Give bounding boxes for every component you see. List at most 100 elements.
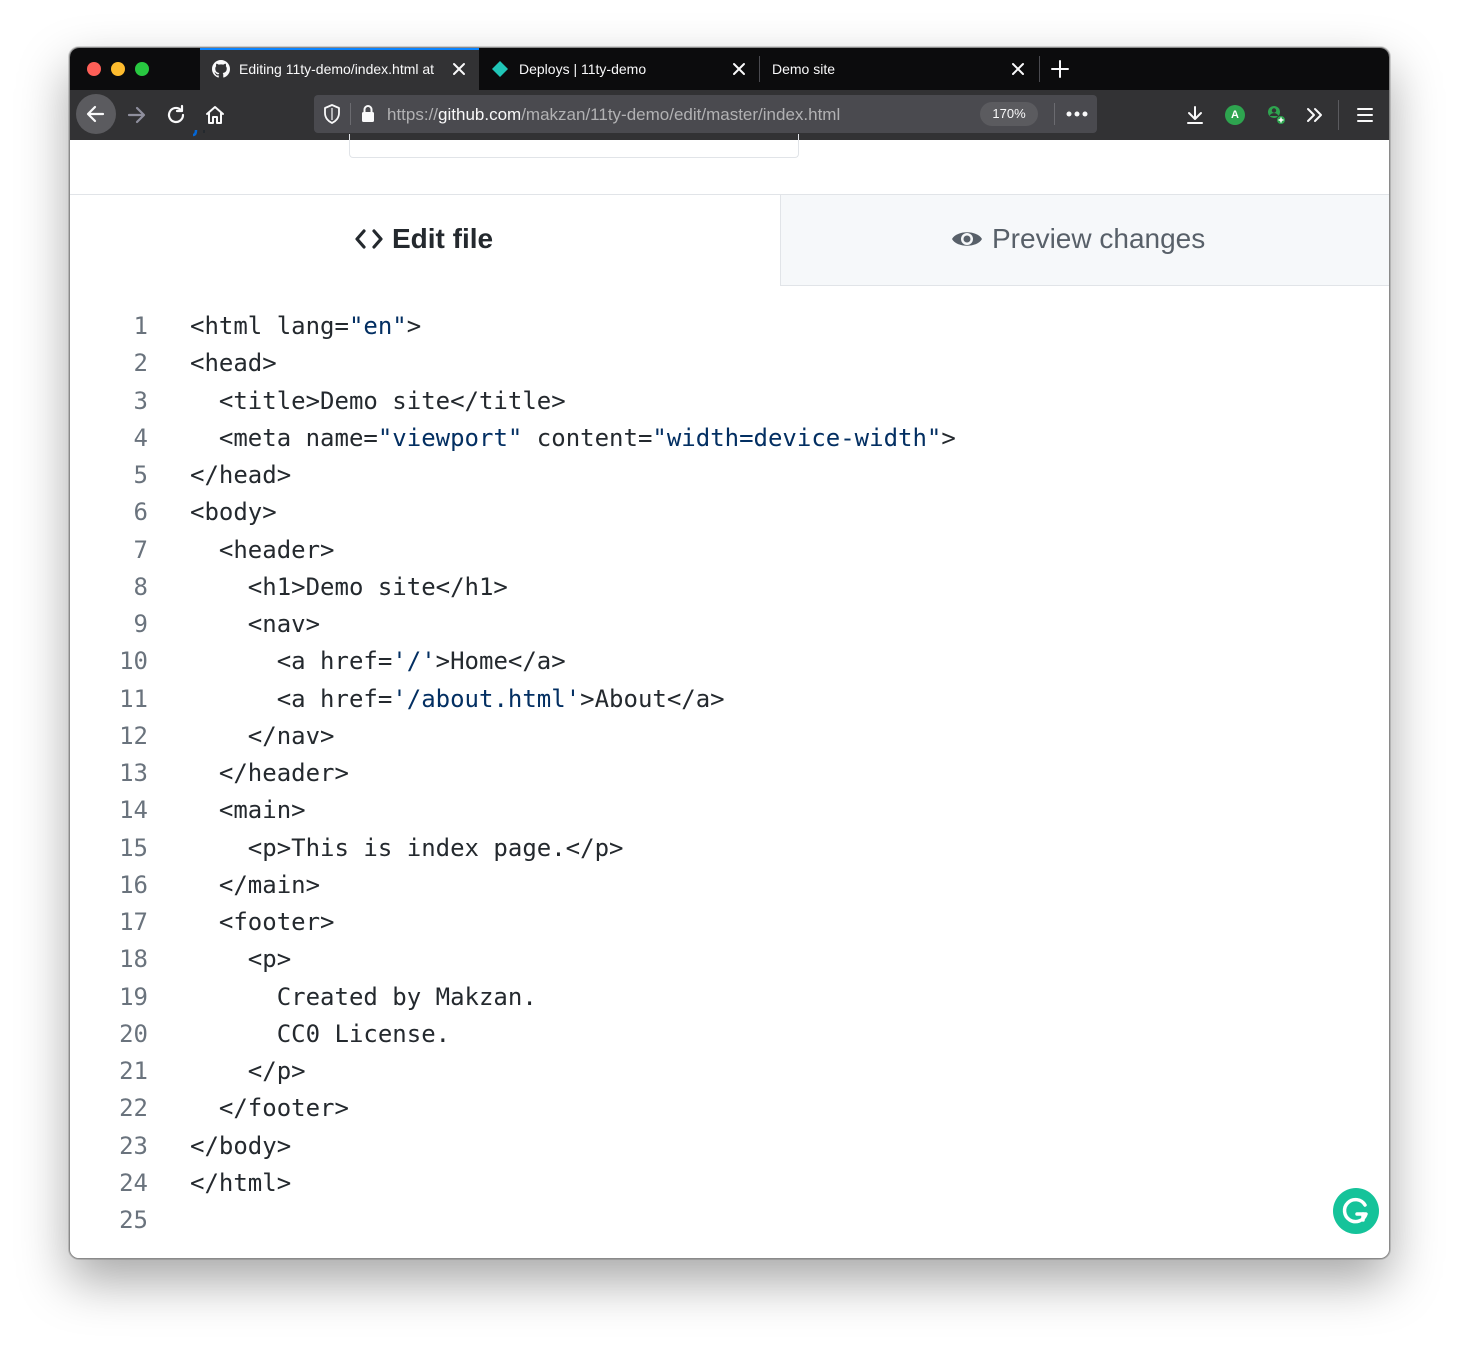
code-line[interactable]: 16 </main>: [70, 867, 1389, 904]
line-number: 23: [119, 1131, 148, 1160]
code-string-token: '/about.html': [392, 684, 581, 713]
tab-demo-site[interactable]: Demo site: [760, 48, 1039, 90]
downloads-button[interactable]: [1179, 99, 1211, 131]
grammarly-button[interactable]: [1333, 1188, 1379, 1234]
extension-a-button[interactable]: A: [1219, 99, 1251, 131]
minimize-window-button[interactable]: [111, 62, 125, 76]
extension-account-button[interactable]: [1259, 99, 1291, 131]
line-source: <nav>: [190, 606, 320, 643]
code-token: <html lang=: [190, 312, 349, 340]
home-button[interactable]: [199, 99, 231, 131]
code-icon: [355, 229, 383, 249]
code-line[interactable]: 10 <a href='/'>Home</a>: [70, 643, 1389, 680]
code-line[interactable]: 18 <p>: [70, 941, 1389, 978]
code-line[interactable]: 17 <footer>: [70, 904, 1389, 941]
code-string-token: "viewport": [377, 423, 523, 452]
line-source: <p>: [190, 941, 291, 978]
close-tab-icon[interactable]: [452, 62, 466, 76]
code-line[interactable]: 23 </body>: [70, 1128, 1389, 1165]
code-line[interactable]: 4 <meta name="viewport" content="width=d…: [70, 420, 1389, 457]
code-token: <footer>: [190, 908, 335, 936]
code-line[interactable]: 19 Created by Makzan.: [70, 979, 1389, 1016]
tab-strip: Editing 11ty-demo/index.html at Deploys …: [70, 48, 1389, 90]
code-line[interactable]: 15 <p>This is index page.</p>: [70, 830, 1389, 867]
code-editor[interactable]: 1 <html lang="en"> 2 <head> 3 <title>Demo si…: [70, 308, 1389, 1239]
code-token: >Home</a>: [435, 647, 566, 676]
tab-deploys[interactable]: Deploys | 11ty-demo: [479, 48, 759, 90]
zoom-level-badge[interactable]: 170%: [980, 102, 1038, 126]
line-number: 4: [133, 423, 148, 452]
line-number: 18: [119, 945, 148, 974]
line-number: 20: [119, 1019, 148, 1048]
code-line[interactable]: 3 <title>Demo site</title>: [70, 383, 1389, 420]
close-window-button[interactable]: [87, 62, 101, 76]
extension-badge: A: [1225, 105, 1245, 125]
forward-button[interactable]: [120, 99, 152, 131]
line-number: 5: [133, 461, 148, 489]
url-text[interactable]: https://github.com/makzan/11ty-demo/edit…: [387, 105, 840, 125]
nav-toolbar: https://github.com/makzan/11ty-demo/edit…: [70, 90, 1389, 140]
code-line[interactable]: 11 <a href='/about.html'>About</a>: [70, 681, 1389, 718]
tab-editing-index[interactable]: Editing 11ty-demo/index.html at: [200, 48, 479, 90]
code-line[interactable]: 13 </header>: [70, 755, 1389, 792]
code-line[interactable]: 1 <html lang="en">: [70, 308, 1389, 345]
code-token: </p>: [190, 1057, 306, 1085]
code-token: <meta name=: [190, 423, 378, 452]
code-line[interactable]: 21 </p>: [70, 1053, 1389, 1090]
code-line[interactable]: 14 <main>: [70, 792, 1389, 829]
url-path: /makzan/11ty-demo/edit/master/index.html: [521, 105, 841, 124]
page-actions-icon[interactable]: [1066, 111, 1088, 117]
code-line[interactable]: 9 <nav>: [70, 606, 1389, 643]
github-icon: [212, 60, 230, 78]
tracking-shield-icon[interactable]: [323, 104, 341, 124]
url-scheme: https://: [387, 105, 439, 124]
code-line[interactable]: 5 </head>: [70, 457, 1389, 494]
line-source: <h1>Demo site</h1>: [190, 569, 508, 606]
code-token: <header>: [190, 535, 335, 564]
editor-tabs: Edit file Preview changes: [70, 194, 1389, 286]
code-line[interactable]: 25: [70, 1202, 1389, 1239]
code-line[interactable]: 7 <header>: [70, 532, 1389, 569]
url-bar[interactable]: https://github.com/makzan/11ty-demo/edit…: [314, 95, 1097, 133]
close-tab-icon[interactable]: [1011, 62, 1025, 76]
code-token: <a href=: [190, 647, 393, 676]
line-source: CC0 License.: [190, 1016, 450, 1053]
code-token: </nav>: [190, 721, 335, 750]
line-number: 9: [133, 610, 148, 638]
tab-edit-file[interactable]: Edit file: [70, 194, 780, 286]
back-button[interactable]: [76, 94, 116, 134]
code-line[interactable]: 24 </html>: [70, 1165, 1389, 1202]
line-number: 11: [119, 684, 148, 713]
hamburger-menu-icon: [1357, 108, 1373, 122]
code-line[interactable]: 20 CC0 License.: [70, 1016, 1389, 1053]
line-source: <p>This is index page.</p>: [190, 830, 624, 867]
code-line[interactable]: 2 <head>: [70, 345, 1389, 382]
back-arrow-icon: [86, 105, 105, 123]
lock-icon[interactable]: [360, 104, 376, 123]
code-line[interactable]: 12 </nav>: [70, 718, 1389, 755]
code-line[interactable]: 6 <body>: [70, 494, 1389, 531]
line-source: <main>: [190, 792, 306, 829]
tab-preview-changes[interactable]: Preview changes: [780, 194, 1389, 286]
line-number: 1: [133, 312, 148, 340]
line-number: 21: [119, 1057, 148, 1085]
double-chevron-icon: [1307, 108, 1322, 122]
code-token: content=: [522, 423, 653, 452]
filename-input[interactable]: [349, 134, 799, 158]
line-source: <header>: [190, 532, 335, 569]
page-content: Edit file Preview changes 1 <html lang="e…: [70, 130, 1389, 1258]
code-line[interactable]: 22 </footer>: [70, 1090, 1389, 1127]
line-source: <footer>: [190, 904, 335, 941]
line-number: 2: [133, 349, 148, 378]
menu-button[interactable]: [1349, 99, 1381, 131]
close-tab-icon[interactable]: [732, 62, 746, 76]
code-string-token: "width=device-width": [652, 423, 942, 452]
zoom-window-button[interactable]: [135, 62, 149, 76]
new-tab-icon[interactable]: [1050, 59, 1070, 79]
line-source: <title>Demo site</title>: [190, 383, 566, 420]
reload-button[interactable]: [160, 99, 192, 131]
code-line[interactable]: 8 <h1>Demo site</h1>: [70, 569, 1389, 606]
line-source: <body>: [190, 494, 277, 531]
overflow-chevron-button[interactable]: [1299, 99, 1331, 131]
code-token: <main>: [190, 796, 306, 825]
